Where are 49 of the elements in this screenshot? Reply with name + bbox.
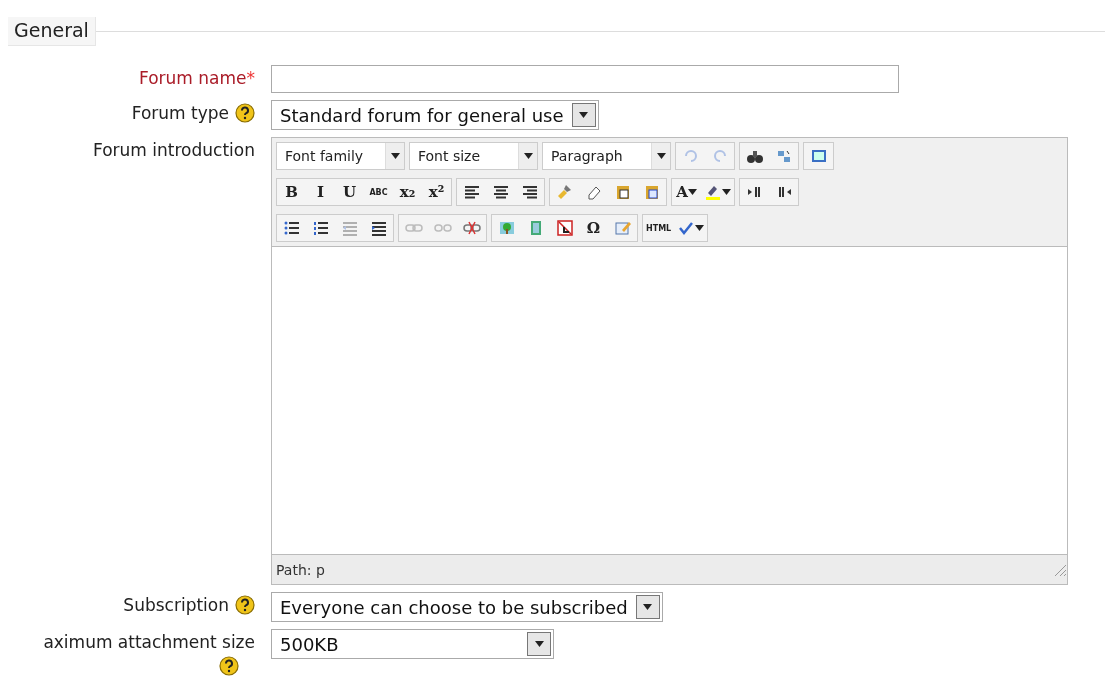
caret-icon: [643, 604, 653, 610]
dropdown-field[interactable]: 500KB: [271, 629, 554, 659]
caret-icon: [687, 189, 697, 195]
strike-button[interactable]: ABC: [364, 179, 393, 205]
resize-handle-icon[interactable]: [1053, 562, 1067, 577]
forum-name-field[interactable]: [271, 65, 899, 93]
caret-icon: [722, 189, 731, 195]
toolbar-dropdown[interactable]: Font family: [276, 142, 405, 170]
align-center-icon: [491, 183, 510, 201]
sub-button[interactable]: x₂: [393, 179, 422, 205]
framed-arrow-icon: [555, 219, 574, 237]
caret-icon: [534, 641, 544, 647]
help-icon[interactable]: [235, 103, 255, 123]
caret-icon: [523, 153, 533, 159]
align-right-icon: [520, 183, 539, 201]
underline-button[interactable]: U: [335, 179, 364, 205]
field-label: Forum introduction: [93, 140, 255, 160]
section-legend: General: [8, 17, 96, 46]
caret-icon: [579, 112, 588, 118]
caret-icon: [390, 153, 400, 159]
toolbar-dropdown[interactable]: Font size: [409, 142, 538, 170]
align-left-icon: [462, 183, 481, 201]
fullscreen-icon: [809, 147, 828, 165]
sup-button[interactable]: x²: [422, 179, 451, 205]
help-icon[interactable]: [219, 656, 239, 676]
caret-icon: [695, 225, 705, 231]
field-label: Forum name*: [139, 68, 255, 88]
path-text: Path: p: [276, 561, 325, 578]
field-label: aximum attachment size: [43, 632, 255, 652]
outdent-icon: [340, 219, 359, 237]
pencil-table-icon: [613, 219, 632, 237]
html-button[interactable]: HTML: [643, 215, 675, 241]
bullet-list-icon: [282, 219, 301, 237]
tree-image-icon: [497, 219, 516, 237]
field-label: Subscription: [123, 595, 229, 615]
highlighter-icon: [704, 183, 722, 201]
dropdown-field[interactable]: Everyone can choose to be subscribed: [271, 592, 663, 622]
indent-icon: [369, 219, 388, 237]
dropdown-field[interactable]: Standard forum for general use: [271, 100, 599, 130]
toolbar-dropdown[interactable]: Paragraph: [542, 142, 671, 170]
charmap-button[interactable]: Ω: [579, 215, 608, 241]
italic-button[interactable]: I: [306, 179, 335, 205]
caret-icon: [656, 153, 666, 159]
crossed-link-icon: [462, 219, 481, 237]
numbered-list-icon: [311, 219, 330, 237]
bold-button[interactable]: B: [277, 179, 306, 205]
forecolor-button[interactable]: A: [672, 179, 701, 205]
help-icon[interactable]: [235, 595, 255, 615]
field-label: Forum type: [131, 103, 229, 123]
